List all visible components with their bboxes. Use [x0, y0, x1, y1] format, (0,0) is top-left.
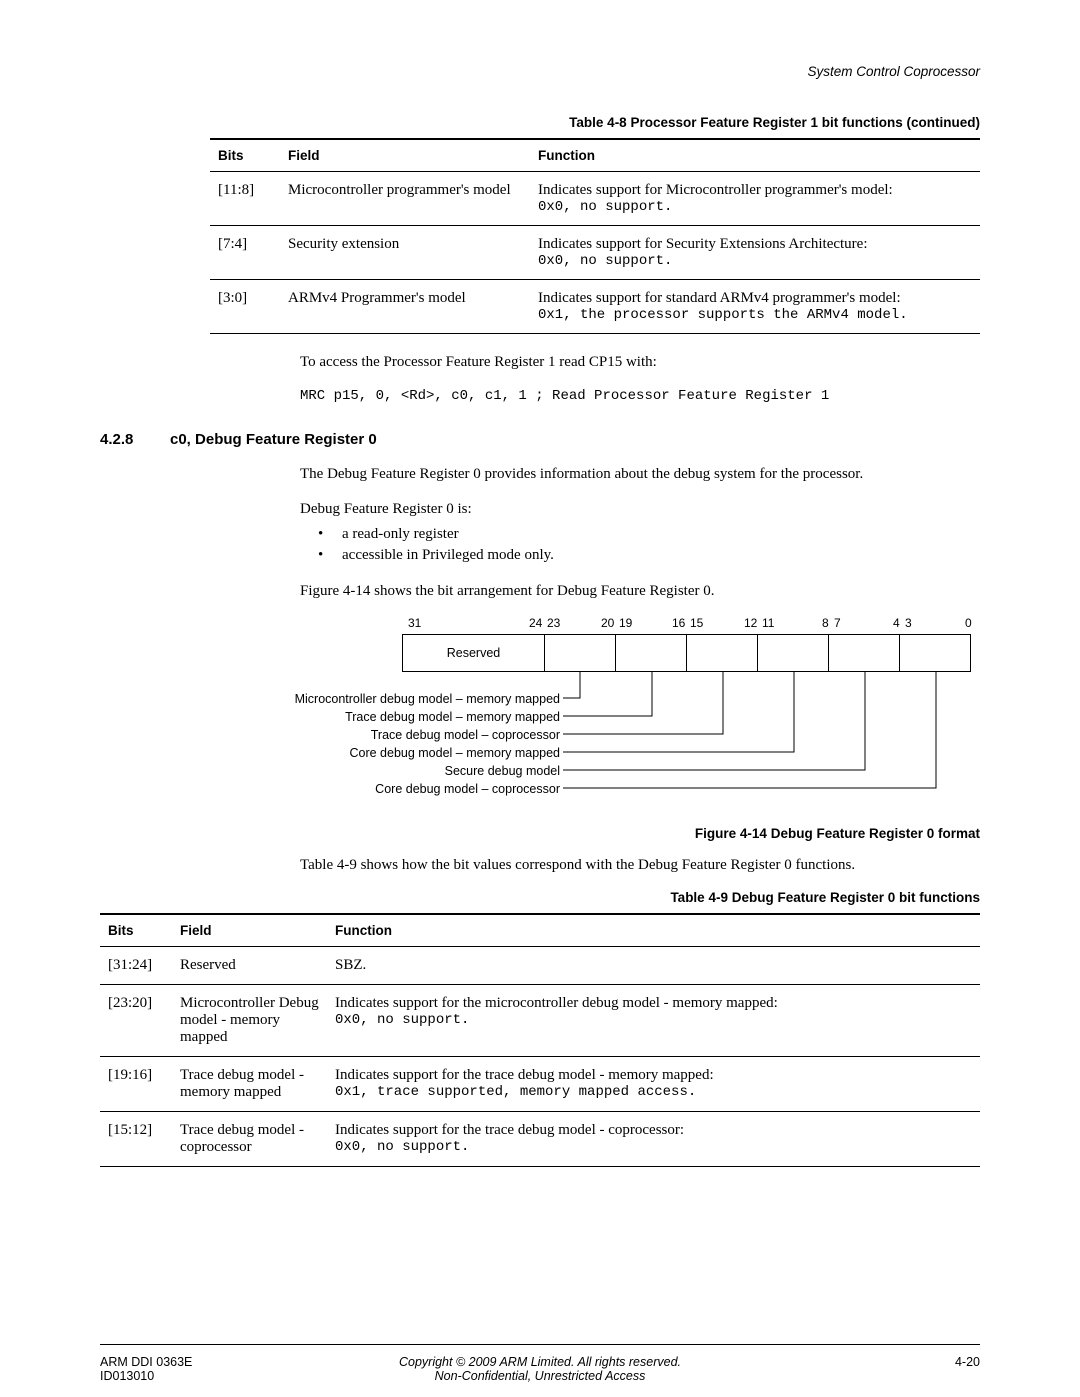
function-cell: SBZ.	[327, 947, 980, 985]
table-4-8: Bits Field Function [11:8] Microcontroll…	[210, 138, 980, 334]
bits-cell: [31:24]	[100, 947, 172, 985]
footer-copyright: Copyright © 2009 ARM Limited. All rights…	[399, 1355, 681, 1369]
field-cell: Security extension	[280, 226, 530, 280]
list-item: a read-only register	[318, 524, 980, 546]
bullet-list: a read-only register accessible in Privi…	[318, 524, 980, 568]
code-line: MRC p15, 0, <Rd>, c0, c1, 1 ; Read Proce…	[300, 387, 980, 407]
function-cell: Indicates support for Microcontroller pr…	[530, 172, 980, 226]
table-4-9-caption: Table 4-9 Debug Feature Register 0 bit f…	[100, 890, 980, 905]
page-footer: ARM DDI 0363E ID013010 Copyright © 2009 …	[100, 1344, 980, 1353]
section-heading: 4.2.8c0, Debug Feature Register 0	[100, 431, 980, 448]
table-row: [23:20] Microcontroller Debug model - me…	[100, 985, 980, 1057]
field-cell: ARMv4 Programmer's model	[280, 280, 530, 334]
figure-label: Microcontroller debug model – memory map…	[200, 692, 560, 710]
bits-cell: [15:12]	[100, 1112, 172, 1167]
figure-label: Core debug model – coprocessor	[200, 782, 560, 800]
bits-cell: [7:4]	[210, 226, 280, 280]
figure-4-14: 31 24 23 20 19 16 15 12 11 8 7 4 3 0 Res…	[260, 616, 980, 816]
paragraph: Figure 4-14 shows the bit arrangement fo…	[300, 581, 980, 602]
table-header-bits: Bits	[100, 914, 172, 947]
table-4-8-caption: Table 4-8 Processor Feature Register 1 b…	[210, 115, 980, 130]
table-header-function: Function	[327, 914, 980, 947]
field-cell: Reserved	[172, 947, 327, 985]
table-row: [31:24] Reserved SBZ.	[100, 947, 980, 985]
figure-label: Core debug model – memory mapped	[200, 746, 560, 764]
section-number: 4.2.8	[100, 431, 170, 448]
section-title: c0, Debug Feature Register 0	[170, 431, 377, 448]
function-cell: Indicates support for Security Extension…	[530, 226, 980, 280]
figure-label: Trace debug model – memory mapped	[200, 710, 560, 728]
function-cell: Indicates support for the trace debug mo…	[327, 1112, 980, 1167]
table-row: [15:12] Trace debug model - coprocessor …	[100, 1112, 980, 1167]
figure-4-14-caption: Figure 4-14 Debug Feature Register 0 for…	[100, 826, 980, 841]
bits-cell: [19:16]	[100, 1057, 172, 1112]
page-header-section: System Control Coprocessor	[100, 64, 980, 79]
paragraph: To access the Processor Feature Register…	[300, 352, 980, 373]
footer-page-number: 4-20	[955, 1355, 980, 1369]
function-cell: Indicates support for standard ARMv4 pro…	[530, 280, 980, 334]
bits-cell: [23:20]	[100, 985, 172, 1057]
list-item: accessible in Privileged mode only.	[318, 545, 980, 567]
function-cell: Indicates support for the microcontrolle…	[327, 985, 980, 1057]
figure-label: Secure debug model	[200, 764, 560, 782]
table-row: [19:16] Trace debug model - memory mappe…	[100, 1057, 980, 1112]
field-cell: Microcontroller Debug model - memory map…	[172, 985, 327, 1057]
table-4-9: Bits Field Function [31:24] Reserved SBZ…	[100, 913, 980, 1167]
footer-confidentiality: Non-Confidential, Unrestricted Access	[435, 1369, 646, 1383]
table-header-field: Field	[172, 914, 327, 947]
paragraph: Debug Feature Register 0 is:	[300, 499, 980, 520]
figure-label: Trace debug model – coprocessor	[200, 728, 560, 746]
function-cell: Indicates support for the trace debug mo…	[327, 1057, 980, 1112]
field-cell: Microcontroller programmer's model	[280, 172, 530, 226]
table-header-field: Field	[280, 139, 530, 172]
bits-cell: [3:0]	[210, 280, 280, 334]
table-row: [11:8] Microcontroller programmer's mode…	[210, 172, 980, 226]
table-row: [7:4] Security extension Indicates suppo…	[210, 226, 980, 280]
bits-cell: [11:8]	[210, 172, 280, 226]
table-header-function: Function	[530, 139, 980, 172]
paragraph: The Debug Feature Register 0 provides in…	[300, 464, 980, 485]
field-cell: Trace debug model - coprocessor	[172, 1112, 327, 1167]
field-cell: Trace debug model - memory mapped	[172, 1057, 327, 1112]
table-row: [3:0] ARMv4 Programmer's model Indicates…	[210, 280, 980, 334]
paragraph: Table 4-9 shows how the bit values corre…	[300, 855, 980, 876]
table-header-bits: Bits	[210, 139, 280, 172]
